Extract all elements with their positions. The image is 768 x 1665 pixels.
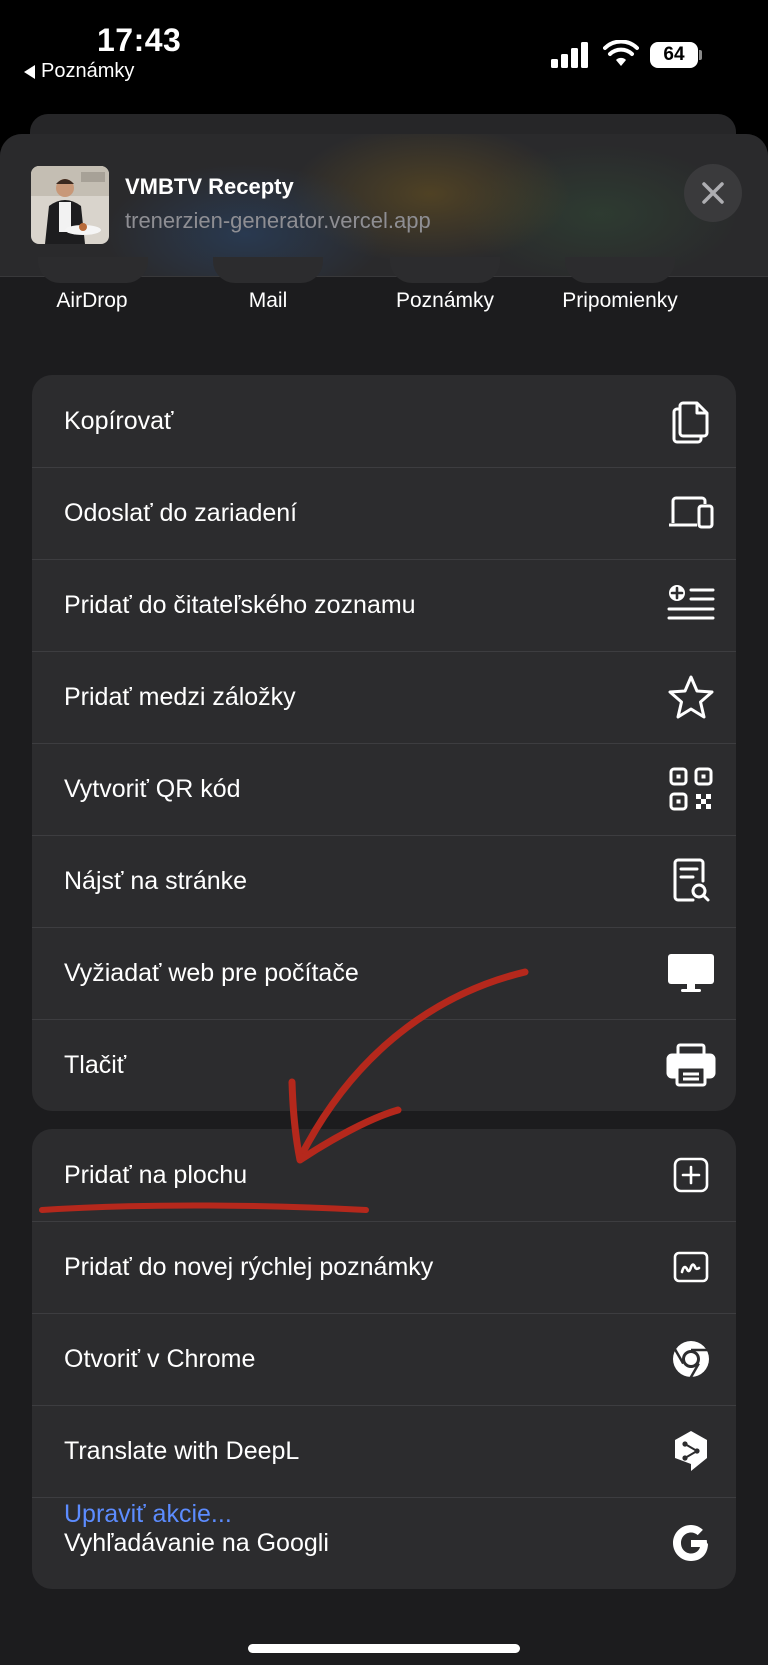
action-label: Pridať do čitateľského zoznamu (64, 590, 416, 619)
action-label: Otvoriť v Chrome (64, 1344, 256, 1373)
share-targets-row: AirDrop Mail Poznámky Pripomienky (0, 257, 768, 337)
site-url: trenerzien-generator.vercel.app (125, 208, 431, 233)
action-add-to-home-screen[interactable]: Pridať na plochu (32, 1129, 736, 1221)
action-label: Vytvoriť QR kód (64, 774, 241, 803)
action-open-in-chrome[interactable]: Otvoriť v Chrome (32, 1313, 736, 1405)
share-target-notes[interactable]: Poznámky (390, 289, 500, 313)
cellular-signal-icon (551, 42, 588, 68)
action-label: Translate with DeepL (64, 1436, 300, 1465)
action-print[interactable]: Tlačiť (32, 1019, 736, 1111)
qr-code-icon (666, 764, 716, 814)
reminders-target-icon[interactable] (565, 257, 675, 283)
deepl-icon (666, 1426, 716, 1476)
action-label: Odoslať do zariadení (64, 498, 298, 527)
action-label: Pridať do novej rýchlej poznámky (64, 1252, 434, 1281)
desktop-icon (666, 948, 716, 998)
site-thumbnail (31, 166, 109, 244)
action-add-bookmark[interactable]: Pridať medzi záložky (32, 651, 736, 743)
battery-icon: 64 (650, 42, 702, 68)
action-create-qr-code[interactable]: Vytvoriť QR kód (32, 743, 736, 835)
edit-actions-link[interactable]: Upraviť akcie... (64, 1500, 232, 1529)
close-icon (702, 182, 724, 204)
star-icon (666, 672, 716, 722)
devices-icon (666, 488, 716, 538)
airdrop-target-icon[interactable] (38, 257, 148, 283)
mail-target-icon[interactable] (213, 257, 323, 283)
action-label: Pridať medzi záložky (64, 682, 296, 711)
copy-icon (666, 396, 716, 446)
share-target-mail[interactable]: Mail (228, 289, 308, 313)
action-label: Pridať na plochu (64, 1160, 248, 1189)
google-icon (666, 1518, 716, 1568)
action-add-to-reading-list[interactable]: Pridať do čitateľského zoznamu (32, 559, 736, 651)
wifi-icon (603, 40, 639, 66)
action-find-on-page[interactable]: Nájsť na stránke (32, 835, 736, 927)
action-label: Vyžiadať web pre počítače (64, 958, 359, 987)
battery-level: 64 (650, 42, 698, 68)
actions-group-primary: Kopírovať Odoslať do zariadení Pridať do… (32, 375, 736, 1111)
back-arrow-icon (24, 64, 35, 79)
action-label: Vyhľadávanie na Googli (64, 1528, 329, 1557)
share-sheet-header: VMBTV Recepty trenerzien-generator.verce… (0, 134, 768, 276)
reading-list-icon (666, 580, 716, 630)
action-label: Tlačiť (64, 1050, 127, 1079)
status-bar: 17:43 Poznámky 64 (0, 0, 768, 100)
site-title: VMBTV Recepty (125, 174, 294, 199)
back-to-app-link[interactable]: Poznámky (24, 60, 134, 83)
chrome-icon (666, 1334, 716, 1384)
share-target-airdrop[interactable]: AirDrop (52, 289, 132, 313)
action-add-to-quick-note[interactable]: Pridať do novej rýchlej poznámky (32, 1221, 736, 1313)
find-on-page-icon (666, 856, 716, 906)
home-indicator[interactable] (248, 1644, 520, 1653)
share-target-reminders[interactable]: Pripomienky (552, 289, 688, 313)
add-to-home-icon (666, 1150, 716, 1200)
back-link-label: Poznámky (41, 60, 135, 82)
action-label: Nájsť na stránke (64, 866, 248, 895)
status-time: 17:43 (97, 22, 182, 58)
action-send-to-devices[interactable]: Odoslať do zariadení (32, 467, 736, 559)
action-request-desktop-site[interactable]: Vyžiadať web pre počítače (32, 927, 736, 1019)
quick-note-icon (666, 1242, 716, 1292)
notes-target-icon[interactable] (390, 257, 500, 283)
action-label: Kopírovať (64, 406, 174, 435)
action-translate-with-deepl[interactable]: Translate with DeepL (32, 1405, 736, 1497)
action-copy[interactable]: Kopírovať (32, 375, 736, 467)
printer-icon (666, 1040, 716, 1090)
close-button[interactable] (684, 164, 742, 222)
